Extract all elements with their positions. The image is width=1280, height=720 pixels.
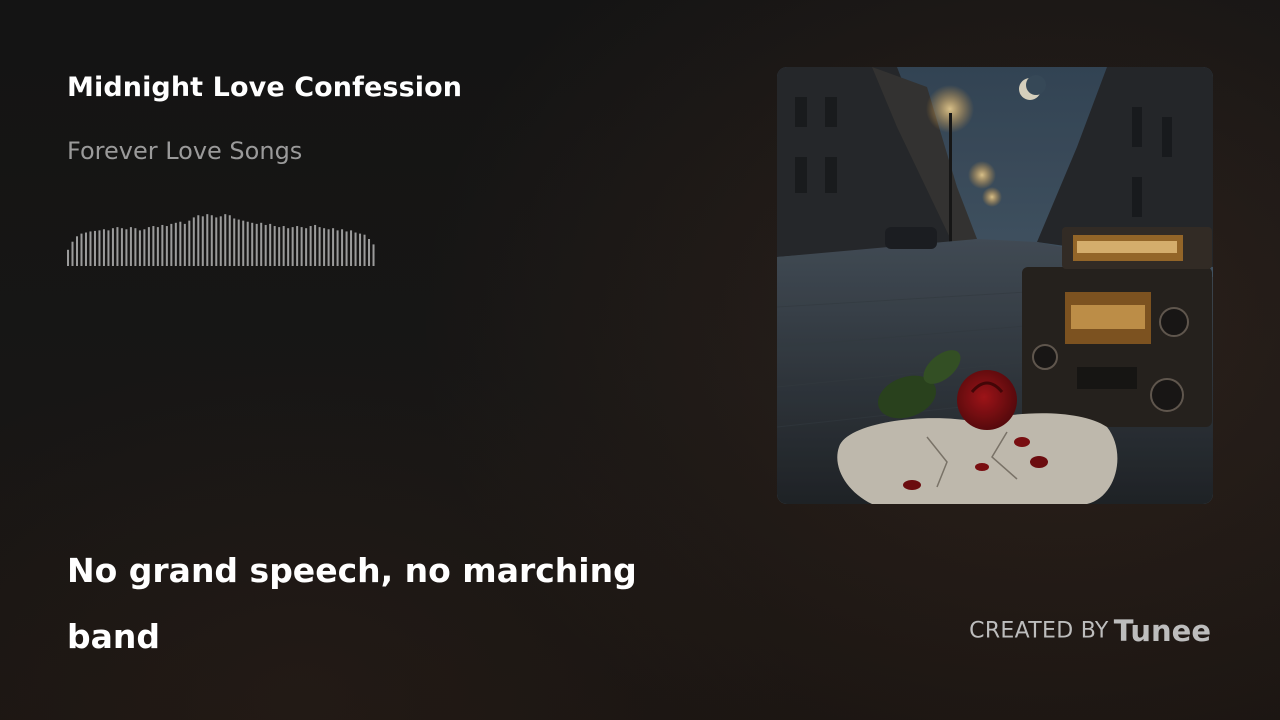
waveform-bar <box>233 218 236 266</box>
waveform-bar <box>89 231 92 266</box>
waveform-bar <box>332 228 335 266</box>
waveform-bar <box>291 227 294 266</box>
waveform-bar <box>242 220 245 266</box>
brand-logo-text: Tunee <box>1113 614 1211 648</box>
waveform-bar <box>210 215 213 266</box>
waveform-bar <box>296 226 299 266</box>
waveform-bar <box>260 222 263 266</box>
waveform-bar <box>363 234 366 266</box>
waveform-bar <box>188 220 191 266</box>
waveform-bar <box>354 232 357 266</box>
waveform-bar <box>111 228 114 266</box>
waveform-bar <box>174 222 177 266</box>
waveform-bar <box>161 224 164 266</box>
waveform-bar <box>67 249 70 266</box>
waveform-bar <box>215 217 218 266</box>
waveform-bar <box>350 230 353 266</box>
waveform-bar <box>80 233 83 266</box>
waveform-bar <box>282 226 285 266</box>
waveform-bar <box>125 229 128 266</box>
album-cover-image <box>777 67 1213 504</box>
waveform-bar <box>345 231 348 266</box>
created-by-credit: CREATED BY Tunee <box>969 614 1211 648</box>
waveform-bar <box>287 228 290 266</box>
waveform-bar <box>255 223 258 266</box>
waveform-bar <box>372 244 375 266</box>
waveform-bar <box>75 236 79 266</box>
waveform-bar <box>143 229 146 266</box>
waveform-bar <box>165 226 168 266</box>
waveform-bar <box>102 229 105 266</box>
waveform-bar <box>71 241 74 266</box>
waveform-bar <box>341 229 344 266</box>
waveform-bar <box>93 230 96 266</box>
waveform-bar <box>152 226 155 266</box>
waveform-bar <box>237 219 240 266</box>
waveform-bar <box>305 228 308 266</box>
waveform-bar <box>147 227 150 266</box>
waveform-bar <box>201 216 204 266</box>
waveform-bar <box>264 224 267 266</box>
waveform-visualizer[interactable] <box>67 212 377 266</box>
waveform-bar <box>138 230 141 266</box>
waveform-bar <box>359 233 362 266</box>
waveform-bar <box>300 227 303 266</box>
waveform-bar <box>129 227 132 266</box>
album-cover <box>777 67 1213 504</box>
player-screen: Midnight Love Confession Forever Love So… <box>0 0 1280 720</box>
waveform-bar <box>314 224 317 266</box>
waveform-bar <box>318 227 321 266</box>
album-name: Forever Love Songs <box>67 137 303 165</box>
waveform-bar <box>116 227 119 266</box>
waveform-bar <box>179 221 182 266</box>
waveform-bar <box>251 222 254 266</box>
credit-label: CREATED BY <box>969 618 1109 644</box>
waveform-bar <box>219 216 222 266</box>
waveform-bar <box>309 226 312 266</box>
waveform-bar <box>134 228 137 266</box>
waveform-bar <box>84 232 87 266</box>
waveform-bar <box>120 228 123 266</box>
song-title: Midnight Love Confession <box>67 72 463 103</box>
waveform-bar <box>368 239 371 266</box>
waveform-bar <box>206 214 209 266</box>
waveform-bar <box>228 215 231 266</box>
waveform-bar <box>336 230 339 266</box>
waveform-bar <box>278 227 281 266</box>
waveform-bar <box>156 227 159 266</box>
waveform-bar <box>197 215 200 266</box>
waveform-bar <box>224 214 227 266</box>
waveform-bar <box>327 229 330 266</box>
waveform-bar <box>170 223 173 266</box>
waveform-bar <box>192 217 195 266</box>
current-lyric-line: No grand speech, no marching band <box>67 551 637 656</box>
waveform-bar <box>269 223 272 266</box>
waveform-bar <box>246 221 249 266</box>
waveform-bar <box>98 230 101 266</box>
waveform-bar <box>107 230 110 266</box>
waveform-bar <box>323 228 326 266</box>
waveform-bar <box>273 226 276 266</box>
waveform-bar <box>183 223 186 266</box>
